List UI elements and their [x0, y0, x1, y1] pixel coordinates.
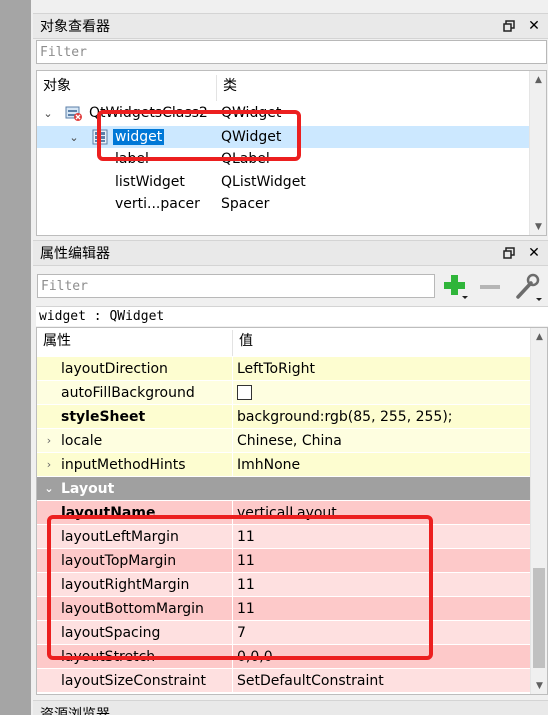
property-row[interactable]: layoutRightMargin 11: [37, 573, 531, 597]
property-name: autoFillBackground: [61, 384, 195, 401]
float-icon[interactable]: [498, 15, 520, 37]
close-icon[interactable]: ✕: [523, 15, 545, 37]
column-header-object: 对象: [37, 75, 217, 101]
close-icon[interactable]: ✕: [523, 242, 545, 264]
property-value[interactable]: 11: [233, 549, 531, 573]
property-value[interactable]: Chinese, China: [233, 429, 531, 453]
property-name: layoutBottomMargin: [61, 600, 204, 617]
property-name: layoutName: [61, 504, 156, 521]
scroll-up-icon[interactable]: ▲: [531, 328, 547, 345]
object-tree: 对象 类 ⌄ QtWidgetsClass2 QWidget ⌄ widget …: [36, 70, 547, 236]
property-row[interactable]: layoutSpacing 7: [37, 621, 531, 645]
property-value[interactable]: verticalLayout: [233, 501, 531, 525]
float-icon[interactable]: [498, 242, 520, 264]
property-row[interactable]: styleSheet background:rgb(85, 255, 255);: [37, 405, 531, 429]
tree-item-name: verti...pacer: [115, 196, 200, 212]
property-value[interactable]: SetDefaultConstraint: [233, 669, 531, 693]
property-name: layoutStretch: [61, 648, 156, 665]
property-row[interactable]: layoutStretch 0,0,0: [37, 645, 531, 669]
tree-item-class: QWidget: [221, 129, 282, 145]
property-name: layoutRightMargin: [61, 576, 190, 593]
object-inspector-title: 对象查看器: [40, 19, 110, 35]
property-editor-titlebar: 属性编辑器 ✕: [33, 240, 548, 266]
chevron-right-icon[interactable]: ›: [37, 434, 61, 447]
wrench-icon[interactable]: [512, 272, 544, 302]
tree-item-class: QLabel: [221, 151, 270, 167]
property-value[interactable]: background:rgb(85, 255, 255);: [233, 405, 531, 429]
tree-item-name: label: [115, 151, 149, 167]
property-scrollbar[interactable]: ▲ ▼: [530, 328, 547, 694]
property-row[interactable]: › locale Chinese, China: [37, 429, 531, 453]
tree-scrollbar[interactable]: ▲ ▼: [529, 71, 546, 235]
property-table: 属性 值 layoutDirection LeftToRight autoFil…: [36, 327, 548, 695]
property-filter-field[interactable]: [41, 278, 434, 294]
property-row[interactable]: layoutName verticalLayout: [37, 501, 531, 525]
property-name: inputMethodHints: [61, 456, 186, 473]
left-dock-strip: [0, 0, 31, 715]
property-value[interactable]: LeftToRight: [233, 357, 531, 381]
plus-icon[interactable]: [441, 272, 471, 302]
property-row[interactable]: layoutTopMargin 11: [37, 549, 531, 573]
property-value[interactable]: 11: [233, 597, 531, 621]
property-row[interactable]: autoFillBackground: [37, 381, 531, 405]
autofill-checkbox[interactable]: [237, 385, 252, 400]
property-name: layoutTopMargin: [61, 552, 177, 569]
vertical-layout-icon: [91, 126, 109, 148]
property-name: layoutLeftMargin: [61, 528, 179, 545]
resource-browser-titlebar: 资源浏览器: [33, 700, 548, 715]
chevron-right-icon[interactable]: ›: [37, 458, 61, 471]
minus-icon[interactable]: [476, 272, 504, 302]
property-row[interactable]: layoutSizeConstraint SetDefaultConstrain…: [37, 669, 531, 693]
property-name: styleSheet: [61, 408, 146, 425]
tree-row-root[interactable]: ⌄ QtWidgetsClass2 QWidget: [37, 102, 530, 124]
property-value[interactable]: 11: [233, 525, 531, 549]
object-filter-field[interactable]: [40, 44, 546, 60]
resource-browser-title: 资源浏览器: [40, 707, 110, 715]
chevron-down-icon[interactable]: ⌄: [67, 131, 81, 144]
property-value[interactable]: 7: [233, 621, 531, 645]
tree-row-label[interactable]: label QLabel: [37, 148, 530, 170]
tree-row-spacer[interactable]: verti...pacer Spacer: [37, 193, 530, 215]
group-name: Layout: [61, 480, 115, 497]
column-header-value: 值: [239, 333, 253, 349]
tree-item-class: QWidget: [221, 105, 282, 121]
tree-item-name: listWidget: [115, 174, 185, 190]
chevron-down-icon[interactable]: ⌄: [41, 107, 55, 120]
property-row[interactable]: › inputMethodHints ImhNone: [37, 453, 531, 477]
tree-item-name: QtWidgetsClass2: [89, 105, 208, 121]
column-header-property: 属性: [37, 330, 233, 356]
tree-row-listwidget[interactable]: listWidget QListWidget: [37, 171, 530, 193]
property-name: layoutDirection: [61, 360, 168, 377]
property-row[interactable]: layoutDirection LeftToRight: [37, 357, 531, 381]
scrollbar-thumb[interactable]: [533, 568, 545, 668]
object-inspector-titlebar: 对象查看器 ✕: [33, 13, 548, 39]
chevron-down-icon[interactable]: ⌄: [37, 482, 61, 495]
form-icon: [65, 102, 83, 124]
column-header-class: 类: [223, 78, 237, 94]
property-table-header: 属性 值: [37, 328, 531, 356]
property-value[interactable]: 11: [233, 573, 531, 597]
property-group-layout[interactable]: ⌄ Layout: [37, 477, 531, 501]
property-name: layoutSizeConstraint: [61, 672, 207, 689]
property-name: layoutSpacing: [61, 624, 161, 641]
scroll-down-icon[interactable]: ▼: [531, 677, 547, 694]
property-filter-input[interactable]: [37, 274, 435, 298]
property-editor-title: 属性编辑器: [40, 246, 110, 262]
tree-item-class: QListWidget: [221, 174, 306, 190]
scroll-down-icon[interactable]: ▼: [530, 218, 546, 235]
property-row[interactable]: layoutBottomMargin 11: [37, 597, 531, 621]
object-filter-input[interactable]: [36, 40, 547, 64]
property-row[interactable]: layoutLeftMargin 11: [37, 525, 531, 549]
object-tree-header: 对象 类: [37, 71, 530, 101]
scroll-up-icon[interactable]: ▲: [530, 71, 546, 88]
current-class-label: widget : QWidget: [36, 306, 548, 326]
property-value[interactable]: ImhNone: [233, 453, 531, 477]
property-value[interactable]: 0,0,0: [233, 645, 531, 669]
tree-row-widget[interactable]: ⌄ widget QWidget: [37, 126, 530, 148]
property-name: locale: [61, 432, 103, 449]
tree-item-name: widget: [113, 129, 165, 145]
tree-item-class: Spacer: [221, 196, 270, 212]
